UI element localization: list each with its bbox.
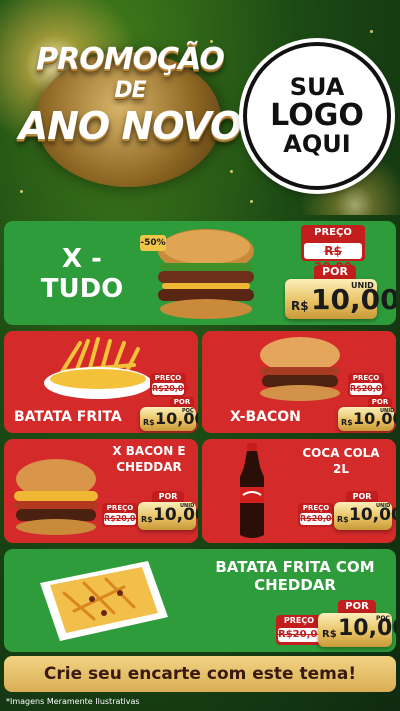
por-label: POR [346, 491, 378, 502]
price-unit: POÇ [182, 408, 194, 414]
product-name-line1: X BACON E [112, 444, 186, 458]
old-price-value: R$20,00 [300, 513, 338, 525]
burger-image [260, 337, 340, 401]
discount-badge: -50% [140, 235, 166, 251]
new-price-tag: R$ 10,00 UNID [338, 407, 396, 431]
flyer-page: PROMOÇÃO DE ANO NOVO SUA LOGO AQUI X - T… [0, 0, 400, 711]
old-price-value: R$20,00 [350, 383, 388, 395]
fries-image [44, 337, 152, 399]
currency-symbol: R$ [291, 299, 309, 313]
product-name-line1: COCA COLA [302, 446, 380, 460]
product-name-line2: CHEDDAR [254, 576, 336, 594]
old-price-label: PREÇO [106, 504, 134, 512]
price-unit: UNID [351, 281, 374, 290]
product-name: BATATA FRITA [14, 409, 122, 425]
cheddar-fries-image [40, 561, 168, 641]
currency-symbol: R$ [322, 629, 337, 640]
product-card-coca-cola[interactable]: COCA COLA 2L PREÇO R$20,00 POR R$ 10,00 … [202, 439, 396, 543]
price-unit: UNID [376, 503, 391, 509]
product-name-line2: 2L [333, 462, 349, 476]
promo-title-line2: DE [114, 78, 146, 103]
old-price-label: PREÇO [302, 504, 330, 512]
hero-header: PROMOÇÃO DE ANO NOVO SUA LOGO AQUI [0, 0, 400, 215]
burger-image [14, 459, 98, 535]
product-name-line1: BATATA FRITA COM [215, 558, 375, 576]
sparkle [250, 200, 253, 203]
promo-title-line1: PROMOÇÃO [36, 42, 225, 77]
product-card-batata-frita[interactable]: BATATA FRITA PREÇO R$20,00 POR R$ 10,00 … [4, 331, 198, 433]
old-price-value: R$20,00 [278, 628, 325, 642]
price-unit: UNID [180, 503, 195, 509]
old-price-box: PREÇO R$20,00 [276, 615, 325, 645]
por-label: POR [368, 397, 392, 407]
price-unit: UNID [380, 408, 395, 414]
old-price-value: R$ 20,00 [304, 243, 362, 274]
logo-text-line1: SUA [289, 73, 345, 102]
old-price-box: PREÇO R$ 20,00 [301, 225, 365, 274]
price-unit: POÇ [376, 615, 390, 622]
logo-text-line3: AQUI [283, 129, 351, 158]
new-price-tag: R$ 10,00 UNID [285, 279, 396, 319]
disclaimer-text: *Imagens Meramente Ilustrativas [6, 697, 140, 706]
por-label: POR [314, 265, 356, 279]
old-price-label: PREÇO [154, 374, 182, 382]
sparkle [230, 170, 233, 173]
new-price-tag: R$ 10,00 POÇ [318, 613, 396, 647]
product-name: X-BACON [230, 409, 301, 425]
currency-symbol: R$ [337, 515, 349, 524]
old-price-box: PREÇO R$20,00 [150, 373, 190, 397]
product-card-x-bacon[interactable]: X-BACON PREÇO R$20,00 POR R$ 10,00 UNID [202, 331, 396, 433]
sparkle [370, 30, 373, 33]
soda-bottle-image [240, 443, 264, 538]
currency-symbol: R$ [341, 418, 353, 427]
logo-text-line2: LOGO [270, 98, 364, 134]
por-label: POR [338, 600, 376, 613]
new-price-tag: R$ 10,00 UNID [138, 502, 198, 530]
sparkle [20, 190, 23, 193]
product-card-x-bacon-cheddar[interactable]: X BACON E CHEDDAR PREÇO R$20,00 POR R$ 1… [4, 439, 198, 543]
new-price-tag: R$ 10,00 UNID [334, 502, 396, 530]
old-price-box: PREÇO R$20,00 [102, 503, 142, 527]
old-price-value: R$20,00 [152, 383, 190, 395]
old-price-value: R$20,00 [104, 513, 142, 525]
product-card-x-tudo[interactable]: X - TUDO -50% PREÇO R$ 20,00 POR R$ 10,0… [4, 221, 396, 325]
logo-placeholder: SUA LOGO AQUI [243, 42, 391, 190]
new-price-tag: R$ 10,00 POÇ [140, 407, 198, 431]
old-price-box: PREÇO R$20,00 [298, 503, 338, 527]
por-label: POR [152, 491, 184, 502]
old-price-label: PREÇO [314, 227, 352, 238]
old-price-label: PREÇO [283, 616, 315, 625]
por-label: POR [170, 397, 194, 407]
product-name-line2: CHEDDAR [116, 460, 182, 474]
currency-symbol: R$ [143, 418, 155, 427]
old-price-box: PREÇO R$20,00 [348, 373, 388, 397]
old-price-label: PREÇO [352, 374, 380, 382]
product-card-batata-cheddar[interactable]: BATATA FRITA COM CHEDDAR PREÇO R$20,00 P… [4, 549, 396, 652]
currency-symbol: R$ [141, 515, 153, 524]
product-name: X - TUDO [40, 244, 124, 304]
promo-title-line3: ANO NOVO [18, 104, 243, 148]
cta-banner[interactable]: Crie seu encarte com este tema! [4, 656, 396, 692]
